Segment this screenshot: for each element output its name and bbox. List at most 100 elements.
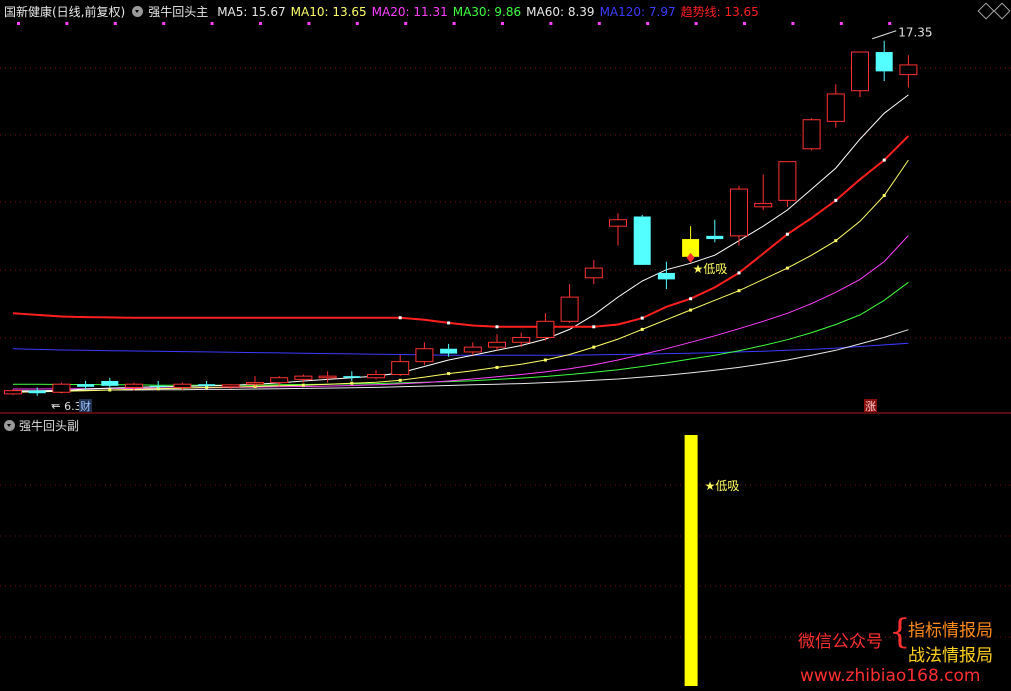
trend-dot-16 (398, 316, 402, 320)
ma10-dot-4 (108, 388, 112, 392)
top-marker-2 (65, 22, 69, 25)
high-arrow (872, 30, 897, 40)
candle-body-21 (512, 336, 531, 343)
top-marker-22 (549, 22, 553, 25)
ma10-dot-32 (785, 266, 789, 270)
cai-badge: 财 (80, 399, 91, 413)
candle-body-24 (584, 267, 603, 279)
candle-body-15 (367, 374, 385, 379)
candle-body-12 (294, 375, 313, 380)
candle-body-33 (802, 119, 821, 150)
candle-body-7 (173, 383, 192, 388)
trend-dot-36 (882, 158, 886, 162)
candle-body-6 (149, 385, 167, 387)
ma120-line (12, 342, 909, 356)
indicator-name[interactable]: 强牛回头主 (148, 5, 208, 19)
signal-label-main: ★低吸 (693, 262, 728, 276)
ma10-dot-36 (882, 194, 886, 198)
stock-title[interactable]: 国新健康(日线,前复权) (4, 5, 125, 19)
top-marker-36 (888, 22, 892, 25)
candle-body-22 (536, 320, 555, 338)
watermark-line2: 战法情报局 (908, 646, 993, 666)
sub-indicator-name[interactable]: 强牛回头副 (19, 419, 79, 433)
main-chart-svg: ★低吸17.35← 6.34财 涨★低吸 (0, 22, 1011, 686)
top-marker-24 (597, 22, 601, 25)
candle-body-29 (706, 235, 724, 240)
candle-body-0 (4, 390, 22, 395)
candle-body-27 (657, 272, 675, 280)
candle-body-26 (633, 216, 651, 265)
watermark-line1: 指标情报局 (908, 621, 993, 641)
trend-line (12, 135, 910, 328)
candle-body-9 (221, 384, 240, 388)
top-marker-10 (259, 22, 262, 25)
ma5-line (13, 94, 909, 393)
ma10-dot-26 (640, 327, 644, 331)
ma10-dot-14 (350, 381, 354, 385)
candle-body-23 (560, 296, 579, 322)
candle-body-17 (415, 348, 434, 363)
trend-dot-34 (834, 198, 838, 202)
candle-body-32 (778, 161, 797, 201)
candle-body-18 (440, 348, 458, 354)
top-marker-14 (355, 22, 359, 25)
ma20-line (13, 235, 909, 390)
ma-label-4: MA60: 8.39 (526, 5, 595, 19)
trend-dot-32 (785, 232, 789, 236)
main-chart-header: 国新健康(日线,前复权) 强牛回头主 MA5: 15.67 MA10: 13.65 MA… (4, 3, 769, 21)
top-marker-8 (210, 22, 214, 25)
top-marker-26 (646, 22, 650, 25)
ma10-dot-30 (737, 289, 741, 293)
ma-label-6: 趋势线: 13.65 (680, 5, 759, 19)
ma-label-0: MA5: 15.67 (217, 5, 286, 19)
candle-body-31 (754, 203, 773, 208)
candle-body-1 (28, 390, 46, 394)
candle-body-4 (101, 380, 119, 386)
top-marker-12 (307, 22, 311, 25)
candle-body-10 (246, 382, 264, 385)
candle-body-37 (899, 64, 918, 76)
candle-body-13 (318, 375, 337, 379)
candle-body-8 (198, 384, 216, 386)
candle-body-20 (488, 341, 506, 348)
top-marker-18 (452, 22, 456, 25)
indicator-dropdown-icon[interactable] (132, 6, 144, 17)
candle-body-5 (125, 383, 143, 388)
watermark-left-label: 微信公众号 (798, 632, 883, 652)
candle-body-19 (463, 346, 482, 353)
candle-body-2 (52, 383, 71, 393)
ma10-dot-18 (447, 372, 451, 376)
ma10-dot-24 (592, 345, 596, 349)
candle-body-14 (343, 376, 361, 378)
sub-panel-header: 强牛回头副 (4, 417, 79, 434)
top-marker-6 (162, 22, 166, 25)
high-price-label: 17.35 (898, 26, 932, 40)
trend-dot-24 (592, 325, 596, 329)
ma10-dot-12 (301, 383, 305, 387)
top-marker-28 (694, 22, 698, 25)
ma-label-3: MA30: 9.86 (452, 5, 522, 19)
sub-signal-label: ★低吸 (705, 479, 740, 493)
candle-body-16 (391, 361, 410, 376)
ma10-dot-22 (543, 358, 547, 362)
trend-dot-18 (447, 321, 451, 325)
ma10-dot-16 (398, 378, 402, 382)
top-marker-16 (404, 22, 408, 25)
candle-body-25 (609, 219, 627, 227)
ma30-line (13, 281, 909, 386)
ma-label-2: MA20: 11.31 (371, 5, 448, 19)
ma10-dot-28 (689, 308, 693, 312)
top-marker-34 (839, 22, 843, 25)
top-marker-20 (501, 22, 504, 25)
top-marker-30 (743, 22, 746, 25)
trend-dot-30 (737, 271, 741, 275)
sub-indicator-dropdown-icon[interactable] (4, 420, 15, 431)
ma-label-1: MA10: 13.65 (290, 5, 367, 19)
top-marker-4 (113, 22, 117, 25)
top-marker-0 (17, 22, 20, 25)
candle-body-35 (851, 51, 869, 92)
trend-dot-28 (689, 297, 693, 301)
candle-body-3 (77, 384, 95, 387)
ma10-dot-34 (834, 239, 838, 243)
zhang-badge: 涨 (865, 400, 876, 413)
